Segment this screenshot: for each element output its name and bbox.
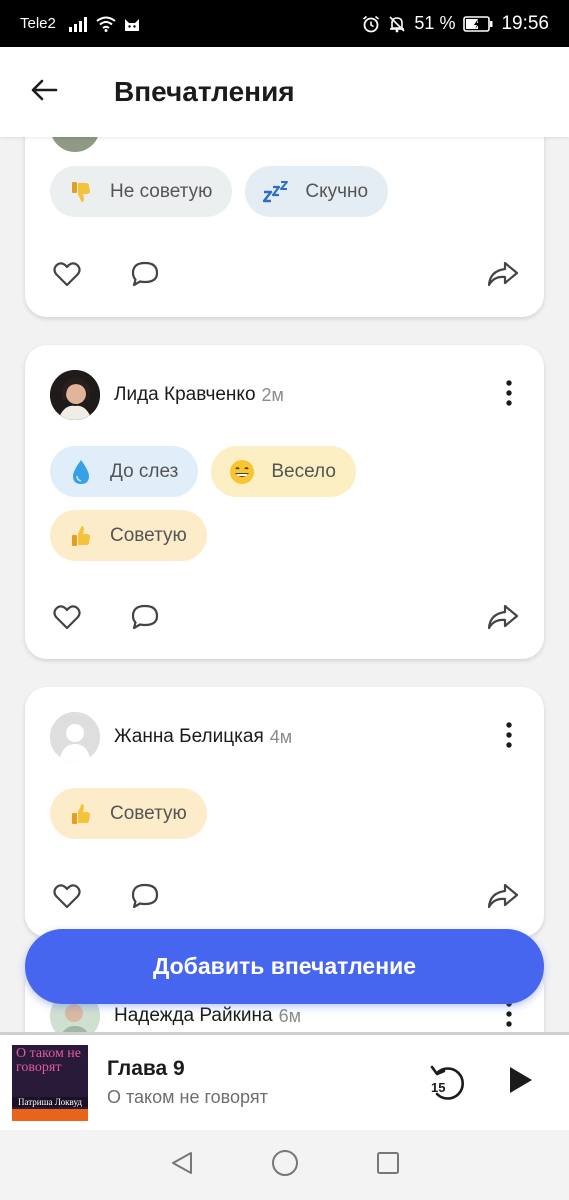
cover-author: Патриша Локвуд [12,1096,88,1107]
comment-button[interactable] [129,260,161,292]
cover-band [12,1108,88,1121]
reaction-chip[interactable]: Скучно [245,166,389,217]
heart-icon [53,883,81,914]
reaction-label: До слез [110,460,179,482]
user-name[interactable]: Жанна Белицкая [114,726,264,748]
grin-icon [229,459,255,485]
avatar[interactable] [50,370,100,420]
impressions-feed[interactable]: Не советую Скучно Лида Кравченко 2м До с… [0,137,569,1032]
card-actions [51,256,519,296]
more-vertical-icon [506,379,512,411]
circle-home-icon [271,1149,299,1182]
avatar[interactable] [50,137,100,152]
reaction-label: Советую [110,802,187,824]
reaction-chips: Советую [50,788,524,839]
arrow-left-icon [30,78,58,107]
reaction-chip[interactable]: Не советую [50,166,233,217]
card-actions [51,599,519,639]
mini-player: О таком не говорят Патриша Локвуд Глава … [0,1032,569,1130]
impression-card: Не советую Скучно [25,137,544,317]
more-vertical-icon [506,1000,512,1032]
avatar[interactable] [50,712,100,762]
play-icon [508,1065,534,1100]
share-arrow-icon [487,603,519,636]
reaction-chip[interactable]: Советую [50,788,207,839]
reaction-label: Советую [110,524,187,546]
app-header: Впечатления [0,47,569,137]
user-name[interactable]: Надежда Райкина [114,1005,273,1027]
signal-icon [68,16,88,32]
like-button[interactable] [51,260,83,292]
more-options-button[interactable] [494,375,524,415]
heart-icon [53,261,81,292]
comment-bubble-icon [130,603,160,636]
battery-icon [463,15,493,32]
thumbs-up-icon [68,801,94,827]
card-header: Жанна Белицкая 4м [50,712,524,762]
mute-icon [388,15,406,33]
thumbs-down-icon [68,179,94,205]
time-ago: 4м [269,726,293,747]
reaction-label: Весело [271,460,336,482]
add-impression-button[interactable]: Добавить впечатление [25,929,544,1004]
track-info[interactable]: Глава 9 О таком не говорят [107,1057,268,1108]
teardrop-icon [68,459,94,485]
reaction-chip[interactable]: До слез [50,446,199,497]
book-title: О таком не говорят [107,1087,268,1107]
nav-home-button[interactable] [265,1145,305,1185]
thumbs-up-icon [68,523,94,549]
comment-bubble-icon [130,260,160,293]
zzz-icon [263,179,289,205]
reaction-chip[interactable]: Весело [211,446,356,497]
cat-app-icon [124,16,140,32]
reaction-label: Не советую [110,180,213,202]
nav-recents-button[interactable] [368,1145,408,1185]
card-header [50,137,524,152]
share-button[interactable] [487,603,519,635]
rewind-15-button[interactable]: 15 [427,1061,471,1105]
user-name[interactable]: Лида Кравченко [114,384,256,406]
book-cover[interactable]: О таком не говорят Патриша Локвуд [12,1044,88,1121]
reaction-chips: До слез Весело Советую [50,446,524,561]
share-button[interactable] [487,882,519,914]
time-ago: 6м [278,1005,301,1026]
like-button[interactable] [51,882,83,914]
card-actions [51,878,519,918]
battery-percent: 51 % [414,13,456,33]
reaction-chip[interactable]: Советую [50,510,207,561]
chapter-title: Глава 9 [107,1057,185,1080]
impression-card: Жанна Белицкая 4м Советую [25,687,544,937]
cover-title: О таком не говорят [16,1045,82,1075]
square-recents-icon [376,1151,400,1180]
impression-card: Лида Кравченко 2м До слез Весело Советую [25,345,544,659]
reaction-label: Скучно [305,180,369,202]
comment-button[interactable] [129,882,161,914]
status-bar: Tele2 51 % 19:56 [0,0,569,47]
more-options-button[interactable] [494,717,524,757]
more-vertical-icon [506,721,512,753]
like-button[interactable] [51,603,83,635]
page-title: Впечатления [114,76,295,107]
wifi-icon [96,16,116,32]
alarm-icon [362,15,380,33]
share-arrow-icon [487,260,519,293]
carrier-label: Tele2 [20,15,56,32]
card-header: Лида Кравченко 2м [50,370,524,420]
reaction-chips: Не советую Скучно [50,166,524,217]
triangle-back-icon [169,1150,195,1181]
play-button[interactable] [501,1061,541,1105]
comment-bubble-icon [130,882,160,915]
heart-icon [53,604,81,635]
system-nav-bar [0,1130,569,1200]
clock: 19:56 [501,12,549,34]
comment-button[interactable] [129,603,161,635]
share-button[interactable] [487,260,519,292]
rewind-seconds: 15 [431,1079,446,1095]
nav-back-button[interactable] [162,1145,202,1185]
back-button[interactable] [14,62,74,122]
share-arrow-icon [487,882,519,915]
time-ago: 2м [261,384,284,405]
